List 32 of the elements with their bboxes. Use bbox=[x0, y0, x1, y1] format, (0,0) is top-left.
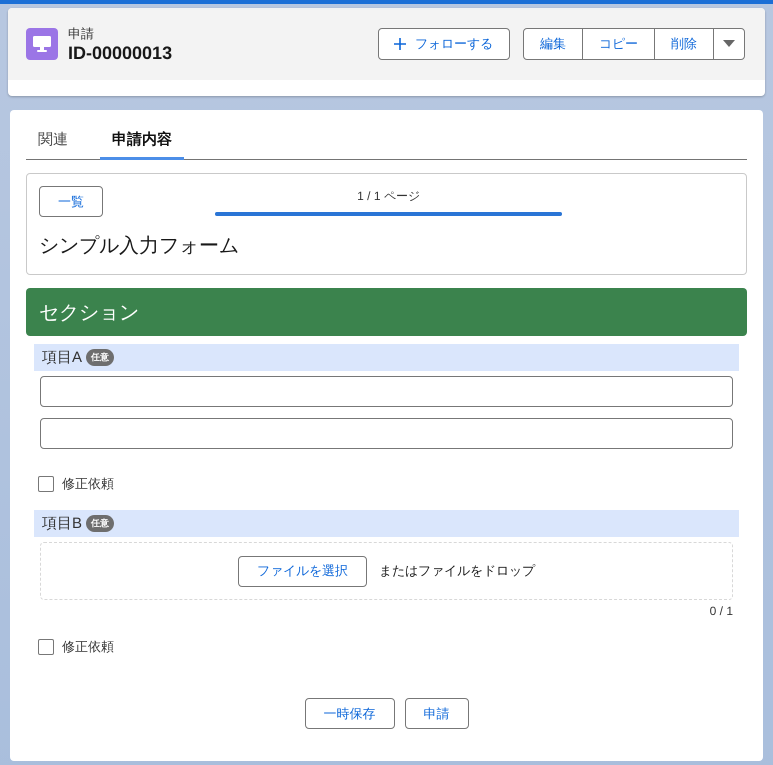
form-button[interactable]: 申請 bbox=[404, 698, 468, 729]
field-label: 項目A bbox=[42, 348, 82, 367]
form-button[interactable]: 一時保存 bbox=[304, 698, 394, 729]
optional-badge: 任意 bbox=[86, 349, 114, 366]
section-header: セクション bbox=[26, 288, 747, 336]
checkbox[interactable] bbox=[38, 639, 54, 655]
object-label: 申請 bbox=[68, 24, 95, 42]
caret-icon bbox=[723, 40, 735, 48]
page-indicator: 1 / 1 ページ bbox=[357, 188, 420, 205]
checkbox[interactable] bbox=[38, 476, 54, 492]
action-button[interactable]: コピー bbox=[582, 28, 655, 60]
follow-button[interactable]: フォローする bbox=[378, 28, 510, 60]
action-button[interactable]: 編集 bbox=[523, 28, 583, 60]
tab[interactable]: 関連 bbox=[26, 122, 80, 160]
more-actions-button[interactable] bbox=[713, 28, 745, 60]
input-field[interactable] bbox=[40, 418, 733, 449]
list-button[interactable]: 一覧 bbox=[39, 186, 103, 217]
checkbox-label: 修正依頼 bbox=[62, 638, 114, 656]
file-count: 0 / 1 bbox=[710, 604, 733, 618]
form-title: シンプル入力フォーム bbox=[39, 234, 240, 259]
tab[interactable]: 申請内容 bbox=[100, 122, 184, 160]
record-title: ID-00000013 bbox=[68, 42, 174, 64]
input-field[interactable] bbox=[40, 376, 733, 407]
file-select-button[interactable]: ファイルを選択 bbox=[238, 556, 367, 586]
plus-icon bbox=[393, 37, 407, 51]
drop-hint: またはファイルをドロップ bbox=[379, 562, 535, 580]
optional-badge: 任意 bbox=[86, 515, 114, 532]
field-label: 項目B bbox=[42, 514, 82, 533]
record-type-icon bbox=[26, 28, 58, 60]
action-button[interactable]: 削除 bbox=[654, 28, 714, 60]
file-drop-zone[interactable]: ファイルを選択 またはファイルをドロップ bbox=[40, 542, 733, 600]
checkbox-label: 修正依頼 bbox=[62, 475, 114, 493]
